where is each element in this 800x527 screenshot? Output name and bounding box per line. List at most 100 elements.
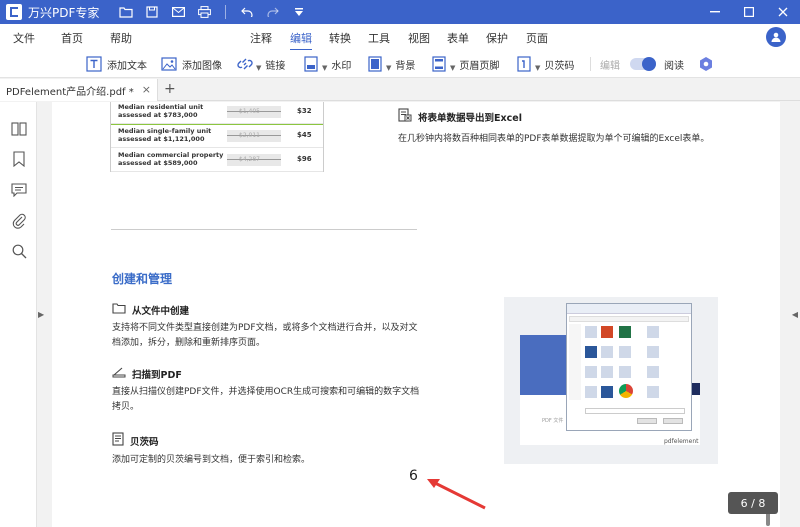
menu-help[interactable]: 帮助 xyxy=(110,30,132,46)
attachment-icon[interactable] xyxy=(10,212,28,230)
folder-icon xyxy=(112,302,126,317)
app-title: 万兴PDF专家 xyxy=(28,5,100,20)
edit-mode-label: 编辑 xyxy=(600,60,620,72)
header-footer-icon xyxy=(430,55,448,73)
section-title: 创建和管理 xyxy=(112,272,173,286)
brand-logo: pdfelement xyxy=(664,438,699,445)
menu-bar: 文件 首页 帮助 注释 编辑 转换 工具 视图 表单 保护 页面 xyxy=(0,24,800,51)
edit-read-toggle[interactable] xyxy=(630,54,656,74)
feature-bates-number: 贝茨码 添加可定制的贝茨编号到文档，便于索引和检索。 xyxy=(112,432,452,468)
feature-title: 扫描到PDF xyxy=(132,369,182,381)
save-icon[interactable] xyxy=(141,1,163,23)
table-row: Median residential unit assessed at $783… xyxy=(111,102,323,124)
open-folder-icon[interactable] xyxy=(115,1,137,23)
menu-file[interactable]: 文件 xyxy=(13,30,35,46)
bates-dropdown-icon[interactable]: ▼ xyxy=(535,64,540,72)
read-mode-label: 阅读 xyxy=(664,60,684,72)
menu-home[interactable]: 首页 xyxy=(61,30,83,46)
add-text-icon xyxy=(85,55,103,73)
add-image-icon xyxy=(160,55,178,73)
menu-edit[interactable]: 编辑 xyxy=(290,30,312,51)
background-label: 背景 xyxy=(395,60,416,72)
tab-close-icon[interactable]: × xyxy=(142,83,151,96)
background-button[interactable]: ▼ 背景 xyxy=(366,54,415,74)
red-arrow-icon xyxy=(427,479,486,510)
maximize-icon[interactable] xyxy=(732,0,766,24)
product-screenshot-image: PDF 文件 pdfelement xyxy=(504,297,718,464)
redo-icon[interactable] xyxy=(262,1,284,23)
feature-title: 将表单数据导出到Excel xyxy=(418,112,522,124)
undo-icon[interactable] xyxy=(236,1,258,23)
minimize-icon[interactable] xyxy=(698,0,732,24)
menu-convert[interactable]: 转换 xyxy=(329,30,351,46)
background-icon xyxy=(366,55,384,73)
expand-right-panel-arrow-icon[interactable]: ◀ xyxy=(792,310,798,319)
edit-toolbar: 添加文本 添加图像 ▼ 链接 ▼ 水印 ▼ 背景 ▼ 页眉页脚 ▼ 贝茨码 编辑… xyxy=(0,50,800,78)
header-footer-dropdown-icon[interactable]: ▼ xyxy=(450,64,455,72)
title-bar: 万兴PDF专家 xyxy=(0,0,800,24)
header-footer-button[interactable]: ▼ 页眉页脚 xyxy=(430,54,499,74)
print-icon[interactable] xyxy=(193,1,215,23)
bates-number-icon xyxy=(515,55,533,73)
assessment-table: Median residential unit assessed at $783… xyxy=(110,102,324,172)
page-indicator: 6 / 8 xyxy=(728,492,778,514)
file-open-dialog-image xyxy=(566,303,692,431)
search-icon[interactable] xyxy=(10,242,28,260)
menu-comment[interactable]: 注释 xyxy=(250,30,272,46)
feature-export-excel: 将表单数据导出到Excel 在几秒钟内将数百种相同表单的PDF表单数据提取为单个… xyxy=(398,108,709,147)
feature-description: 在几秒钟内将数百种相同表单的PDF表单数据提取为单个可编辑的Excel表单。 xyxy=(398,134,710,144)
link-icon xyxy=(236,55,254,73)
menu-protect[interactable]: 保护 xyxy=(486,30,508,46)
feature-description-line: 拷贝。 xyxy=(112,402,140,412)
close-icon[interactable] xyxy=(766,0,800,24)
app-logo-icon xyxy=(6,4,22,20)
background-dropdown-icon[interactable]: ▼ xyxy=(386,64,391,72)
menu-form[interactable]: 表单 xyxy=(447,30,469,46)
bates-button[interactable]: ▼ 贝茨码 xyxy=(515,54,574,74)
watermark-dropdown-icon[interactable]: ▼ xyxy=(322,64,327,72)
new-tab-icon[interactable]: + xyxy=(164,81,176,97)
expand-sidebar-arrow-icon[interactable]: ▶ xyxy=(38,310,44,319)
quick-access-dropdown-icon[interactable] xyxy=(288,1,310,23)
settings-hex-icon[interactable] xyxy=(698,54,714,74)
feature-title: 贝茨码 xyxy=(130,436,159,448)
watermark-button[interactable]: ▼ 水印 xyxy=(302,54,351,74)
tab-document[interactable]: PDFelement产品介绍.pdf * × xyxy=(0,79,158,101)
feature-title: 从文件中创建 xyxy=(132,305,190,317)
document-page: Median residential unit assessed at $783… xyxy=(52,102,780,527)
menu-page[interactable]: 页面 xyxy=(526,30,548,46)
bates-label: 贝茨码 xyxy=(544,60,575,72)
thumbnails-icon[interactable] xyxy=(10,120,28,138)
add-text-button[interactable]: 添加文本 xyxy=(85,54,147,74)
link-label: 链接 xyxy=(265,60,286,72)
link-button[interactable]: ▼ 链接 xyxy=(236,54,285,74)
menu-tools[interactable]: 工具 xyxy=(368,30,390,46)
feature-scan-to-pdf: 扫描到PDF 直接从扫描仪创建PDF文件，并选择使用OCR生成可搜索和可编辑的数… xyxy=(112,366,452,415)
watermark-label: 水印 xyxy=(331,60,352,72)
comment-icon[interactable] xyxy=(10,181,28,199)
left-sidebar xyxy=(0,102,37,527)
table-row: Median commercial property assessed at $… xyxy=(111,150,323,172)
document-number-icon xyxy=(112,432,124,449)
bookmark-icon[interactable] xyxy=(10,150,28,168)
feature-description-line: 添加可定制的贝茨编号到文档，便于索引和检索。 xyxy=(112,455,311,465)
scanner-icon xyxy=(112,366,126,381)
form-export-icon xyxy=(398,108,412,125)
header-footer-label: 页眉页脚 xyxy=(459,60,500,72)
add-image-button[interactable]: 添加图像 xyxy=(160,54,222,74)
feature-description-line: 支持将不同文件类型直接创建为PDF文档，或将多个文档进行合并，以及对文 xyxy=(112,323,418,333)
user-avatar-icon[interactable] xyxy=(766,27,786,47)
tab-document-label: PDFelement产品介绍.pdf * xyxy=(6,86,134,98)
menu-view[interactable]: 视图 xyxy=(408,30,430,46)
add-image-label: 添加图像 xyxy=(182,60,222,72)
add-text-label: 添加文本 xyxy=(107,60,147,72)
feature-create-from-file: 从文件中创建 支持将不同文件类型直接创建为PDF文档，或将多个文档进行合并，以及… xyxy=(112,302,452,351)
mail-icon[interactable] xyxy=(167,1,189,23)
watermark-icon xyxy=(302,55,320,73)
document-tab-bar: PDFelement产品介绍.pdf * × + xyxy=(0,79,800,101)
feature-description-line: 档添加，拆分，删除和重新排序页面。 xyxy=(112,338,266,348)
page-number: 6 xyxy=(409,468,418,484)
divider xyxy=(111,229,417,230)
link-dropdown-icon[interactable]: ▼ xyxy=(256,64,261,72)
table-row: Median single-family unit assessed at $1… xyxy=(111,126,323,148)
